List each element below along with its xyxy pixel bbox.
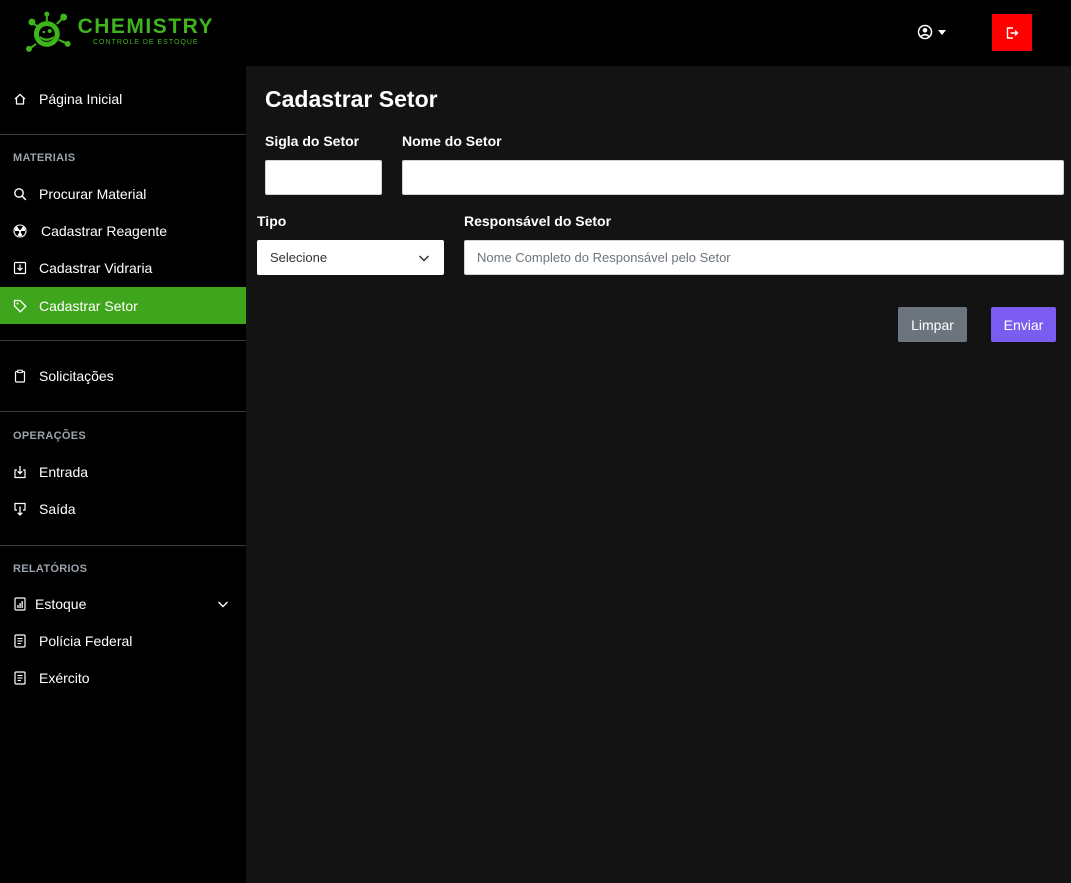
- sidebar: Página Inicial MATERIAIS Procurar Materi…: [0, 66, 246, 883]
- sidebar-item-label: Exército: [39, 669, 90, 686]
- sidebar-divider: [0, 545, 246, 546]
- tag-icon: [13, 299, 27, 313]
- sidebar-divider: [0, 411, 246, 412]
- chevron-down-icon: [418, 255, 430, 262]
- search-icon: [13, 187, 27, 201]
- sidebar-item-label: Polícia Federal: [39, 632, 133, 649]
- file-bar-chart-icon: [13, 596, 27, 611]
- tipo-label: Tipo: [257, 213, 287, 229]
- brand-logo[interactable]: CHEMISTRY CONTROLE DE ESTOQUE: [24, 10, 214, 54]
- user-dropdown-toggle[interactable]: [917, 22, 951, 42]
- file-text-icon: [13, 670, 27, 685]
- sidebar-item-cadastrar-setor[interactable]: Cadastrar Setor: [0, 287, 246, 324]
- file-text-icon: [13, 633, 27, 648]
- brand-text: CHEMISTRY CONTROLE DE ESTOQUE: [78, 16, 214, 48]
- tipo-selected-value: Selecione: [270, 250, 328, 265]
- sidebar-item-cadastrar-vidraria[interactable]: Cadastrar Vidraria: [0, 249, 246, 286]
- sidebar-item-label: Cadastrar Vidraria: [39, 259, 153, 276]
- brand-title: CHEMISTRY: [77, 15, 214, 38]
- section-label-operacoes: OPERAÇÕES: [13, 430, 86, 442]
- sigla-input[interactable]: [265, 160, 382, 195]
- page-title: Cadastrar Setor: [265, 86, 438, 112]
- flask-logo-icon: [25, 11, 71, 52]
- chevron-down-icon: [218, 601, 228, 608]
- box-arrow-down-icon: [13, 502, 27, 516]
- sidebar-item-label: Solicitações: [39, 367, 114, 384]
- sidebar-item-label: Saída: [39, 500, 76, 517]
- clipboard-icon: [13, 369, 27, 383]
- download-box-icon: [13, 261, 27, 275]
- sidebar-divider: [0, 340, 246, 341]
- sidebar-item-saida[interactable]: Saída: [0, 490, 246, 527]
- sidebar-item-solicitacoes[interactable]: Solicitações: [0, 357, 246, 394]
- logout-icon: [1006, 26, 1019, 39]
- sidebar-item-home[interactable]: Página Inicial: [0, 80, 246, 117]
- sidebar-item-cadastrar-reagente[interactable]: Cadastrar Reagente: [0, 212, 246, 249]
- sidebar-item-label: Procurar Material: [39, 185, 147, 202]
- top-navbar: CHEMISTRY CONTROLE DE ESTOQUE: [0, 0, 1071, 66]
- submit-button[interactable]: Enviar: [991, 307, 1056, 342]
- nome-input[interactable]: [402, 160, 1064, 195]
- sidebar-item-exercito[interactable]: Exército: [0, 659, 246, 696]
- user-circle-icon: [917, 24, 933, 40]
- sidebar-item-label: Página Inicial: [39, 90, 123, 107]
- responsavel-label: Responsável do Setor: [464, 213, 612, 229]
- sidebar-item-label: Cadastrar Setor: [39, 297, 138, 314]
- responsavel-input[interactable]: [464, 240, 1064, 275]
- clear-button[interactable]: Limpar: [898, 307, 967, 342]
- brand-subtitle: CONTROLE DE ESTOQUE: [92, 39, 199, 46]
- sidebar-item-estoque[interactable]: Estoque: [0, 585, 246, 622]
- section-label-relatorios: RELATÓRIOS: [13, 563, 88, 575]
- radioactive-icon: [13, 223, 27, 238]
- sidebar-item-label: Entrada: [39, 463, 89, 480]
- nome-label: Nome do Setor: [402, 133, 502, 149]
- sidebar-item-label: Cadastrar Reagente: [41, 222, 168, 239]
- caret-down-icon: [938, 29, 946, 35]
- box-arrow-in-down-icon: [13, 465, 27, 479]
- sidebar-item-procurar-material[interactable]: Procurar Material: [0, 175, 246, 212]
- sidebar-item-policia-federal[interactable]: Polícia Federal: [0, 622, 246, 659]
- logout-button[interactable]: [992, 14, 1032, 51]
- sidebar-divider: [0, 134, 246, 135]
- main-content: Cadastrar Setor Sigla do Setor Nome do S…: [246, 66, 1071, 883]
- section-label-materiais: MATERIAIS: [13, 152, 76, 164]
- sidebar-item-entrada[interactable]: Entrada: [0, 453, 246, 490]
- sigla-label: Sigla do Setor: [265, 133, 360, 149]
- sidebar-item-label: Estoque: [35, 595, 87, 612]
- tipo-select[interactable]: Selecione: [257, 240, 444, 275]
- home-icon: [13, 92, 27, 106]
